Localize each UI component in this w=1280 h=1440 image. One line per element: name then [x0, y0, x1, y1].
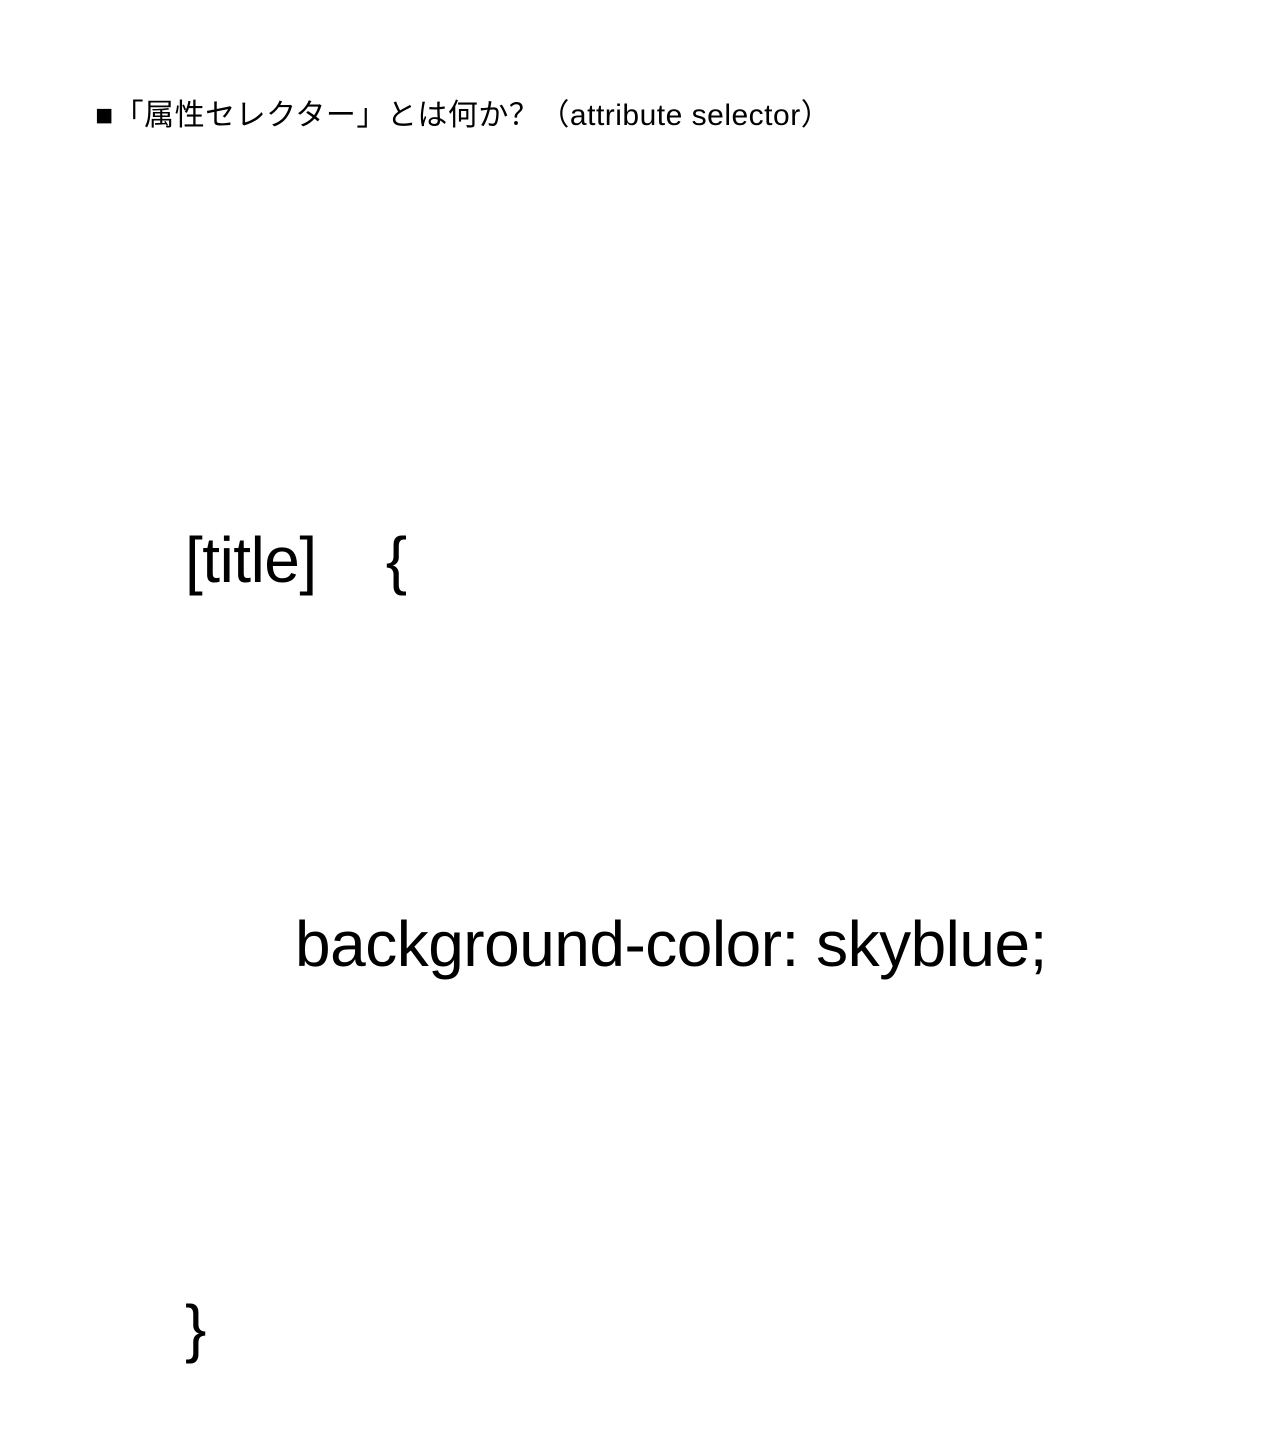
code-line-closing: }	[185, 1264, 1047, 1392]
code-line-selector: [title] {	[185, 496, 1047, 624]
code-line-property: background-color: skyblue;	[185, 880, 1047, 1008]
slide-heading: ■「属性セレクター」とは何か？（attribute selector）	[95, 90, 831, 134]
code-example: [title] { background-color: skyblue; }	[185, 240, 1047, 1440]
